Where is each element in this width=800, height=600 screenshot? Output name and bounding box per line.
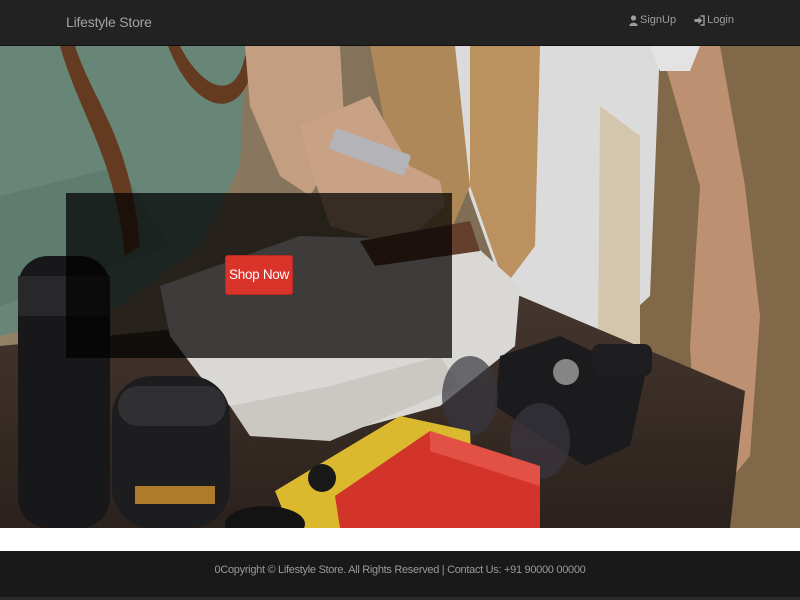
- shop-now-button[interactable]: Shop Now: [225, 255, 293, 295]
- banner-overlay-box: Shop Now: [66, 193, 452, 358]
- hero-banner: Shop Now: [0, 46, 800, 528]
- top-navbar: Lifestyle Store SignUp Login: [0, 0, 800, 46]
- signup-link[interactable]: SignUp: [629, 14, 676, 26]
- user-icon: [629, 14, 638, 26]
- login-label: Login: [707, 14, 734, 26]
- footer-copyright: 0Copyright © Lifestyle Store. All Rights…: [214, 564, 586, 576]
- footer: 0Copyright © Lifestyle Store. All Rights…: [0, 551, 800, 597]
- signup-label: SignUp: [640, 14, 677, 26]
- nav-links: SignUp Login: [629, 14, 734, 26]
- login-icon: [694, 14, 705, 26]
- login-link[interactable]: Login: [694, 14, 734, 26]
- brand-link[interactable]: Lifestyle Store: [66, 14, 152, 30]
